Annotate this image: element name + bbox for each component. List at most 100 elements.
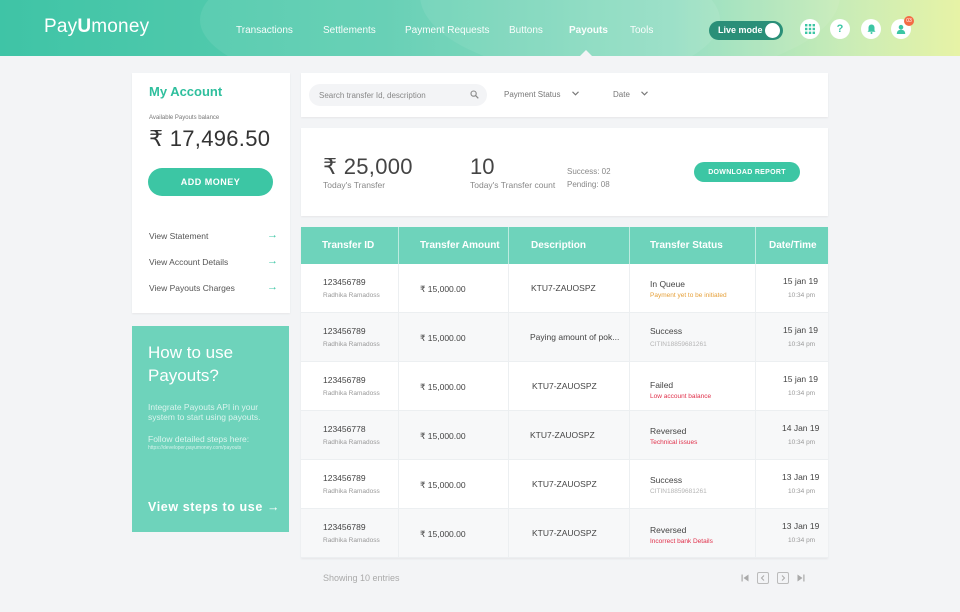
search-input[interactable] — [319, 84, 459, 106]
live-mode-label: Live mode — [718, 25, 763, 35]
table-row[interactable]: 123456789 Radhika Ramadoss ₹ 15,000.00 K… — [301, 362, 828, 411]
column-divider — [398, 313, 399, 362]
download-report-button[interactable]: DOWNLOAD REPORT — [694, 162, 800, 182]
apps-button[interactable] — [800, 19, 820, 39]
next-page-icon[interactable] — [777, 572, 789, 584]
col-transfer-status[interactable]: Transfer Status — [650, 227, 723, 264]
column-divider — [629, 313, 630, 362]
arrow-right-icon: → — [267, 255, 278, 267]
table-row[interactable]: 123456789 Radhika Ramadoss ₹ 15,000.00 K… — [301, 509, 828, 558]
transfer-time: 10:34 pm — [788, 439, 816, 446]
howto-steps-label: Follow detailed steps here: — [148, 434, 250, 444]
transfer-id: 123456778 — [323, 424, 366, 434]
link-label: View Statement — [149, 231, 209, 241]
table-header: Transfer ID Transfer Amount Description … — [301, 227, 828, 264]
description: KTU7-ZAUOSPZ — [532, 528, 597, 538]
transfer-date: 15 jan 19 — [783, 276, 818, 286]
table-row[interactable]: 123456789 Radhika Ramadoss ₹ 15,000.00 K… — [301, 264, 828, 313]
payumoney-logo[interactable]: PayUmoney — [44, 16, 149, 38]
column-divider — [398, 411, 399, 460]
view-account-details-link[interactable]: View Account Details → — [149, 255, 278, 267]
transfer-status: Failed — [650, 380, 674, 390]
payment-status-dropdown[interactable]: Payment Status — [504, 90, 579, 99]
transfer-time: 10:34 pm — [788, 537, 816, 544]
prev-page-icon[interactable] — [757, 572, 769, 584]
view-payouts-charges-link[interactable]: View Payouts Charges → — [149, 281, 278, 293]
col-transfer-amount[interactable]: Transfer Amount — [420, 227, 500, 264]
live-mode-toggle[interactable]: Live mode — [709, 21, 783, 40]
first-page-icon[interactable] — [739, 572, 751, 584]
column-divider — [398, 362, 399, 411]
column-divider — [398, 509, 399, 558]
arrow-right-icon: → — [267, 229, 278, 241]
transfer-summary-card: ₹ 25,000 Today's Transfer 10 Today's Tra… — [301, 128, 828, 216]
grid-icon — [805, 24, 815, 34]
help-icon: ? — [836, 23, 844, 35]
transfer-id: 123456789 — [323, 277, 366, 287]
pending-count: Pending: 08 — [567, 180, 610, 189]
howto-title: How to use Payouts? — [148, 343, 234, 385]
column-divider — [629, 460, 630, 509]
notifications-button[interactable] — [861, 19, 881, 39]
column-divider — [508, 411, 509, 460]
add-money-button[interactable]: ADD MONEY — [148, 168, 273, 196]
howto-description: Integrate Payouts API in your system to … — [148, 402, 261, 422]
header-divider — [508, 227, 509, 264]
column-divider — [398, 264, 399, 313]
last-page-icon[interactable] — [795, 572, 807, 584]
header-divider — [398, 227, 399, 264]
link-label: View Account Details — [149, 257, 229, 267]
view-steps-link[interactable]: View steps to use → — [148, 500, 280, 514]
transfer-date: 14 Jan 19 — [782, 423, 820, 433]
beneficiary-name: Radhika Ramadoss — [323, 439, 380, 446]
table-row[interactable]: 123456778 Radhika Ramadoss ₹ 15,000.00 K… — [301, 411, 828, 460]
logo-text: money — [91, 16, 150, 37]
column-divider — [508, 362, 509, 411]
nav-buttons[interactable]: Buttons — [509, 25, 543, 36]
column-divider — [508, 264, 509, 313]
balance-label: Available Payouts balance — [149, 115, 220, 121]
search-icon[interactable] — [470, 90, 479, 99]
logo-text: Pay — [44, 16, 78, 37]
table-row[interactable]: 123456789 Radhika Ramadoss ₹ 15,000.00 K… — [301, 460, 828, 509]
col-date-time[interactable]: Date/Time — [769, 227, 817, 264]
status-detail: Low account balance — [650, 393, 712, 400]
column-divider — [508, 460, 509, 509]
nav-payment-requests[interactable]: Payment Requests — [405, 25, 490, 36]
transfer-amount: ₹ 15,000.00 — [420, 529, 466, 539]
chevron-down-icon — [571, 91, 579, 96]
top-bar: PayUmoney Transactions Settlements Payme… — [0, 0, 960, 56]
beneficiary-name: Radhika Ramadoss — [323, 390, 380, 397]
transfer-id: 123456789 — [323, 326, 366, 336]
help-button[interactable]: ? — [830, 19, 850, 39]
howto-url[interactable]: https://developer.payumoney.com/payouts — [148, 445, 241, 451]
transfer-id: 123456789 — [323, 473, 366, 483]
dropdown-label: Date — [613, 90, 630, 99]
transfer-time: 10:34 pm — [788, 390, 816, 397]
transfer-status: Success — [650, 475, 683, 485]
how-to-use-card: How to use Payouts? Integrate Payouts AP… — [132, 326, 289, 532]
nav-tools[interactable]: Tools — [630, 25, 653, 36]
header-divider — [755, 227, 756, 264]
status-detail: Payment yet to be initiated — [650, 292, 727, 299]
nav-payouts[interactable]: Payouts — [569, 25, 608, 36]
status-detail: Incorrect bank Details — [650, 538, 713, 545]
toggle-knob — [765, 23, 780, 38]
col-description[interactable]: Description — [531, 227, 586, 264]
transfer-date: 13 Jan 19 — [782, 521, 820, 531]
status-detail: CITIN18859681261 — [650, 488, 707, 495]
column-divider — [755, 509, 756, 558]
column-divider — [755, 313, 756, 362]
description: KTU7-ZAUOSPZ — [530, 430, 595, 440]
date-dropdown[interactable]: Date — [613, 90, 649, 99]
beneficiary-name: Radhika Ramadoss — [323, 341, 380, 348]
table-row[interactable]: 123456789 Radhika Ramadoss ₹ 15,000.00 P… — [301, 313, 828, 362]
nav-settlements[interactable]: Settlements — [323, 25, 376, 36]
beneficiary-name: Radhika Ramadoss — [323, 537, 380, 544]
active-nav-indicator — [580, 50, 592, 56]
nav-transactions[interactable]: Transactions — [236, 25, 293, 36]
transfer-status: Success — [650, 326, 683, 336]
view-statement-link[interactable]: View Statement → — [149, 229, 278, 241]
col-transfer-id[interactable]: Transfer ID — [322, 227, 374, 264]
beneficiary-name: Radhika Ramadoss — [323, 488, 380, 495]
